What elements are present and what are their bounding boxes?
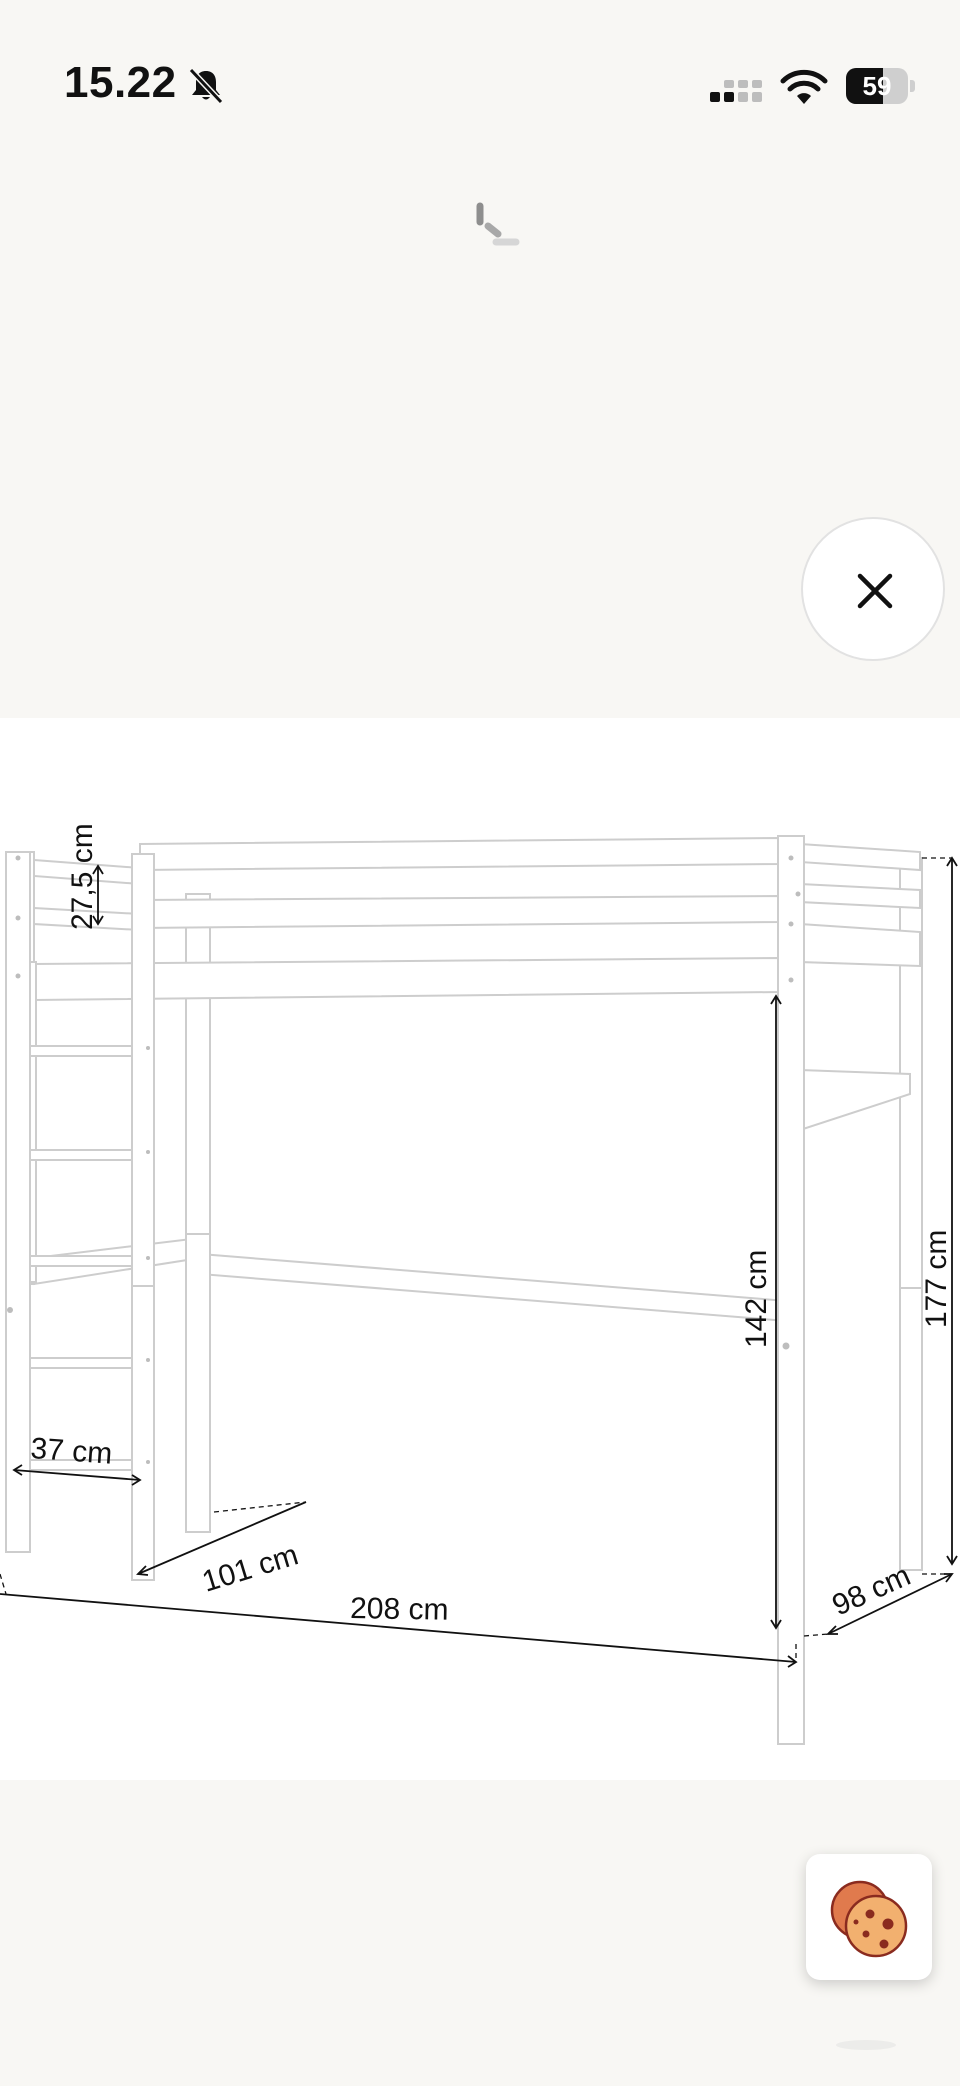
battery-icon: 59 [846, 68, 916, 104]
dim-rail-height: 27,5 cm [66, 823, 99, 930]
dim-length: 208 cm [350, 1592, 449, 1627]
close-button[interactable] [801, 517, 945, 661]
cookie-icon [830, 1880, 908, 1958]
loading-spinner-icon [476, 202, 520, 246]
dim-under-bed-height: 142 cm [740, 1250, 773, 1348]
dim-width-front: 101 cm [198, 1538, 302, 1598]
wifi-icon [780, 69, 828, 104]
cookie-settings-button[interactable] [806, 1854, 932, 1980]
bell-slash-icon [188, 67, 224, 105]
status-time: 15.22 [64, 58, 177, 107]
dim-total-height: 177 cm [920, 1230, 953, 1328]
dim-ladder-width: 37 cm [30, 1432, 114, 1471]
loft-bed-dimension-drawing: 27,5 cm 37 cm 101 cm 208 cm 142 cm 177 c… [0, 823, 958, 1745]
cellular-signal-icon [710, 80, 762, 102]
close-icon [857, 573, 893, 609]
status-bar: 15.22 59 [0, 0, 960, 140]
home-indicator [836, 2040, 896, 2050]
battery-level: 59 [862, 71, 892, 101]
product-image[interactable]: 27,5 cm 37 cm 101 cm 208 cm 142 cm 177 c… [0, 718, 960, 1780]
